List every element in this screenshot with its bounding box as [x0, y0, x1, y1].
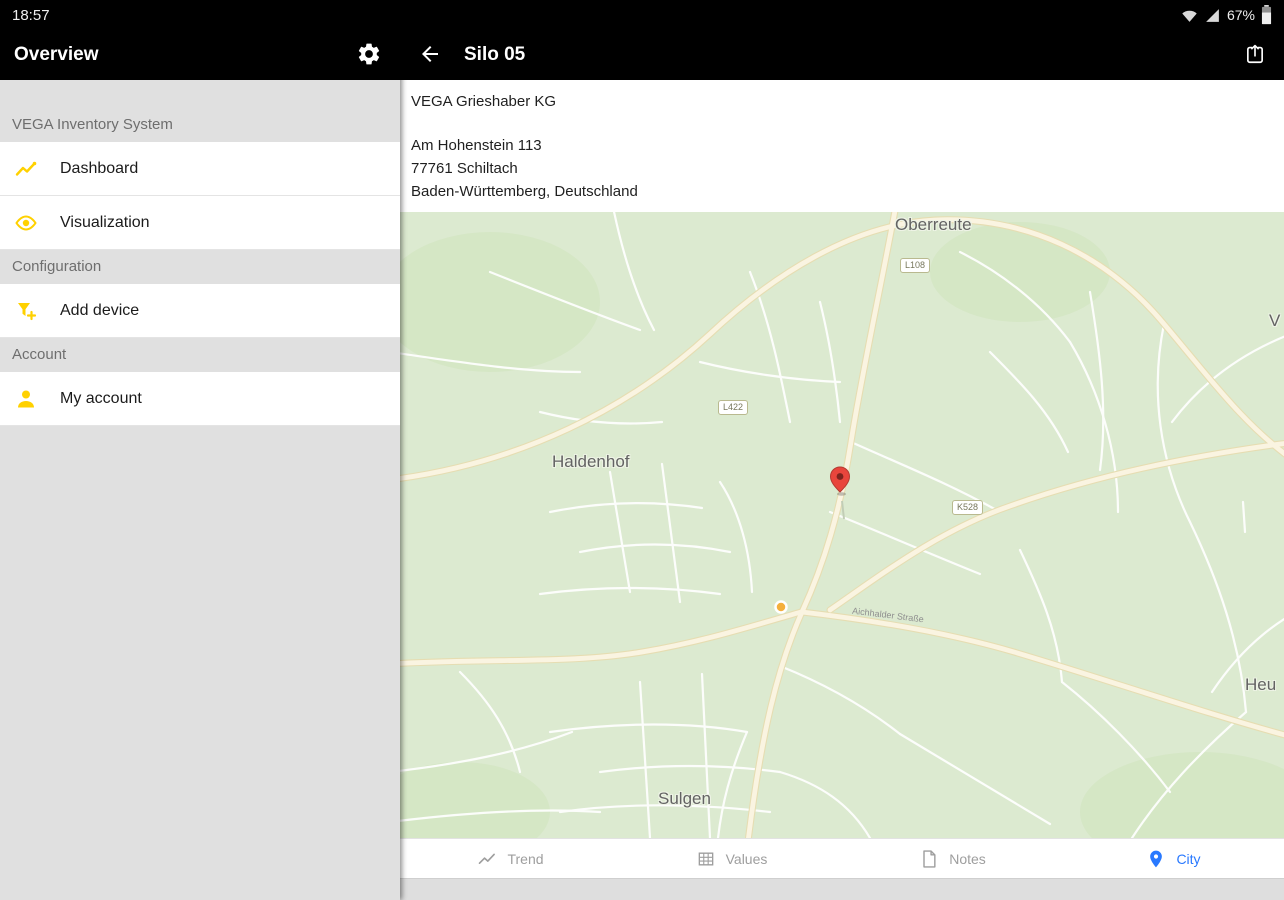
company-marker[interactable] [774, 600, 788, 614]
map-pin-icon [1146, 849, 1166, 869]
sidebar-item-label: Dashboard [60, 159, 139, 177]
detail-appbar: Silo 05 [400, 30, 1284, 80]
back-button[interactable] [414, 38, 446, 73]
tab-label: Trend [507, 850, 544, 867]
values-grid-icon [696, 849, 716, 869]
tab-values[interactable]: Values [621, 839, 842, 878]
detail-panel: 67% Silo 05 VEGA Grieshaber KG Am Hohens… [400, 0, 1284, 900]
section-header-system: VEGA Inventory System [12, 116, 173, 133]
notes-icon [919, 849, 939, 869]
arrow-left-icon [418, 42, 442, 69]
share-button[interactable] [1240, 39, 1270, 72]
section-header-account: Account [12, 346, 67, 363]
page-title: Overview [14, 44, 99, 65]
gear-icon [356, 41, 382, 70]
address-block: VEGA Grieshaber KG Am Hohenstein 113 777… [400, 80, 1284, 212]
tab-city[interactable]: City [1063, 839, 1284, 878]
section-header-configuration: Configuration [12, 258, 102, 275]
tab-notes[interactable]: Notes [842, 839, 1063, 878]
sidebar-item-my-account[interactable]: My account [0, 372, 400, 426]
sidebar-menu: VEGA Inventory System Dashboard Visualiz… [0, 80, 400, 900]
address-line: 77761 Schiltach [411, 160, 518, 177]
map[interactable]: Oberreute Haldenhof Sulgen Heu V L108 L4… [400, 212, 1284, 838]
overview-panel: 18:57 Overview VEGA Inventory System Das… [0, 0, 400, 900]
tab-label: Notes [949, 850, 986, 867]
wifi-icon [1181, 7, 1198, 24]
settings-button[interactable] [352, 37, 386, 74]
battery-icon [1261, 5, 1272, 25]
eye-icon [14, 211, 38, 235]
sidebar-item-label: My account [60, 389, 142, 407]
share-icon [1244, 43, 1266, 68]
company-name: VEGA Grieshaber KG [411, 93, 557, 110]
tab-label: Values [725, 850, 768, 867]
sidebar-item-add-device[interactable]: Add device [0, 284, 400, 338]
tab-label: City [1176, 850, 1201, 867]
battery-percent: 67% [1226, 7, 1255, 23]
clock: 18:57 [12, 6, 50, 24]
left-status-bar: 18:57 [0, 0, 400, 30]
detail-tab-bar: Trend Values Notes City [400, 838, 1284, 878]
signal-icon [1204, 7, 1221, 24]
map-canvas [400, 212, 1284, 838]
app-screen: 18:57 Overview VEGA Inventory System Das… [0, 0, 1284, 900]
address-line: Am Hohenstein 113 [411, 137, 542, 154]
person-icon [14, 387, 38, 411]
sidebar-item-label: Visualization [60, 213, 150, 231]
right-status-bar: 67% [400, 0, 1284, 30]
tab-trend[interactable]: Trend [400, 839, 621, 878]
trend-icon [477, 849, 497, 869]
address-line: Baden-Württemberg, Deutschland [411, 183, 638, 200]
sidebar-item-visualization[interactable]: Visualization [0, 196, 400, 250]
device-title: Silo 05 [464, 44, 526, 65]
address-lines: Am Hohenstein 113 77761 Schiltach Baden-… [411, 134, 1284, 203]
add-device-icon [14, 299, 38, 323]
sidebar-item-dashboard[interactable]: Dashboard [0, 142, 400, 196]
overview-appbar: Overview [0, 30, 400, 80]
sidebar-item-label: Add device [60, 301, 140, 319]
bottom-strip [400, 878, 1284, 900]
chart-line-icon [14, 157, 38, 181]
